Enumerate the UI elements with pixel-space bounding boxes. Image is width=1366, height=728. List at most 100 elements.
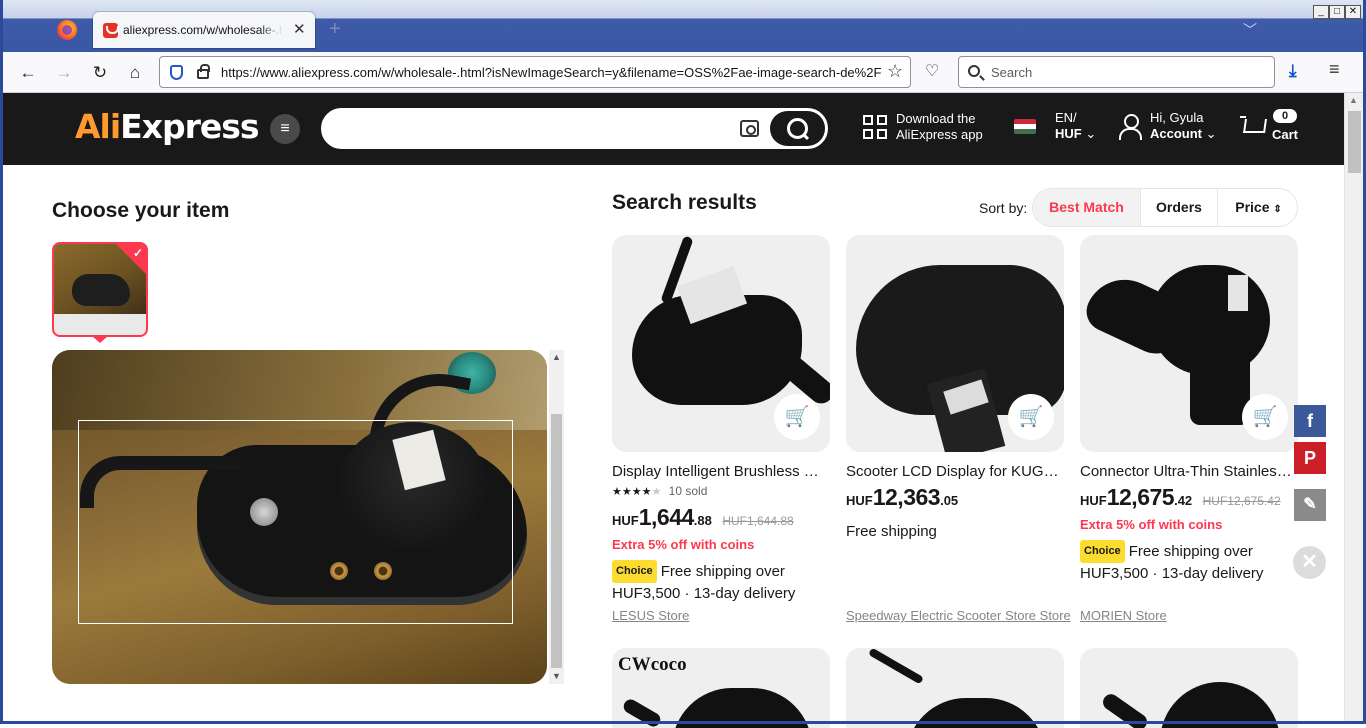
categories-menu-button[interactable]: ≡ [270, 114, 300, 144]
product-card[interactable] [1080, 648, 1298, 728]
choose-item-heading: Choose your item [52, 199, 230, 222]
original-price: HUF1,644.88 [722, 514, 794, 528]
greeting-text: Hi, Gyula [1150, 110, 1204, 125]
minimize-button[interactable]: _ [1313, 5, 1329, 19]
add-to-cart-icon[interactable]: 🛒 [1008, 394, 1054, 440]
search-icon [968, 65, 980, 77]
product-card[interactable]: 🛒 Scooter LCD Display for KUGOO KIRIN HU… [846, 235, 1064, 542]
page-scrollbar-thumb[interactable] [1348, 111, 1361, 173]
scroll-up-arrow-icon[interactable]: ▲ [552, 352, 561, 362]
sort-orders[interactable]: Orders [1140, 189, 1217, 226]
hungary-flag-icon[interactable] [1014, 119, 1036, 134]
shipping-info: Choice Free shipping over HUF3,500 · 13-d… [1080, 540, 1298, 584]
choice-badge: Choice [612, 560, 657, 583]
lock-icon[interactable] [197, 64, 210, 79]
store-link[interactable]: LESUS Store [612, 608, 689, 623]
shipping-info: Choice Free shipping over HUF3,500 · 13-d… [612, 560, 830, 604]
product-search-input[interactable] [321, 108, 828, 149]
product-title[interactable]: Display Intelligent Brushless DC Control… [612, 463, 828, 480]
home-icon[interactable]: ⌂ [123, 61, 147, 85]
pocket-icon[interactable]: ♡ [925, 61, 939, 81]
sold-count: 10 sold [668, 484, 708, 498]
download-app-line2: AliExpress app [896, 127, 983, 142]
browser-search-field[interactable]: Search [958, 56, 1275, 88]
maximize-button[interactable]: □ [1329, 5, 1345, 19]
aliexpress-logo[interactable]: AliExpress [75, 107, 260, 146]
tracking-protection-shield-icon[interactable] [170, 65, 183, 80]
check-icon: ✓ [132, 246, 143, 260]
qr-code-icon[interactable] [863, 115, 888, 140]
product-card[interactable]: 🛒 Connector Ultra-Thin Stainless Steel D… [1080, 235, 1298, 584]
scroll-up-arrow-icon[interactable]: ▲ [1349, 95, 1358, 105]
page-scrollbar[interactable]: ▲ [1344, 93, 1363, 721]
product-title[interactable]: Scooter LCD Display for KUGOO KIRIN [846, 463, 1062, 480]
store-link[interactable]: MORIEN Store [1080, 608, 1167, 623]
product-price: HUF12,363.05 [846, 484, 959, 510]
scroll-down-arrow-icon[interactable]: ▼ [552, 671, 561, 681]
currency-label: HUF [1055, 126, 1082, 141]
product-title[interactable]: Connector Ultra-Thin Stainless Steel Dis… [1080, 463, 1296, 480]
selected-image-thumbnail[interactable]: ✓ [52, 242, 148, 337]
store-link[interactable]: Speedway Electric Scooter Store Store [846, 608, 1071, 623]
search-placeholder: Search [991, 65, 1033, 80]
cart-count-badge: 0 [1273, 109, 1297, 123]
sort-arrows-icon: ⇕ [1273, 204, 1282, 215]
bookmark-star-icon[interactable]: ☆ [887, 61, 903, 82]
coins-discount: Extra 5% off with coins [1080, 517, 1223, 532]
tab-close-icon[interactable]: ✕ [293, 20, 306, 38]
account-label: Account [1150, 126, 1202, 141]
new-tab-button[interactable]: + [329, 19, 341, 39]
original-price: HUF12,675.42 [1202, 494, 1281, 508]
product-card[interactable]: 🛒 Display Intelligent Brushless DC Contr… [612, 235, 830, 604]
downloads-icon[interactable]: ⤓ [1289, 61, 1297, 81]
forward-arrow-icon[interactable]: → [52, 61, 76, 85]
language-label: EN/ [1055, 110, 1077, 125]
back-arrow-icon[interactable]: ← [16, 61, 40, 85]
image-panel-scrollbar[interactable]: ▲ ▼ [549, 350, 564, 684]
close-share-icon[interactable]: ✕ [1293, 546, 1326, 579]
coins-discount: Extra 5% off with coins [612, 537, 755, 552]
download-app-link[interactable]: Download the AliExpress app [896, 111, 983, 143]
sort-best-match[interactable]: Best Match [1033, 189, 1140, 226]
browser-tab-active[interactable]: aliexpress.com/w/wholesale-.html?isNewIm… [93, 12, 315, 48]
add-to-cart-icon[interactable]: 🛒 [1242, 394, 1288, 440]
chevron-down-icon: ⌄ [1205, 126, 1217, 141]
tab-title: aliexpress.com/w/wholesale-.html?isNewIm… [123, 23, 283, 37]
product-card[interactable]: CWcoco [612, 648, 830, 728]
firefox-icon[interactable] [57, 20, 77, 40]
product-card[interactable] [846, 648, 1064, 728]
product-image[interactable]: 🛒 [612, 235, 830, 452]
aliexpress-header: AliExpress ≡ Download the AliExpress app… [3, 93, 1344, 165]
image-search-camera-icon[interactable] [740, 120, 759, 137]
product-price: HUF12,675.42 HUF12,675.42 [1080, 484, 1281, 510]
language-currency-selector[interactable]: EN/ HUF ⌄ [1055, 110, 1096, 142]
search-submit-button[interactable] [770, 111, 825, 146]
browser-titlebar: aliexpress.com/w/wholesale-.html?isNewIm… [0, 0, 1366, 52]
image-crop-selection-box[interactable] [78, 420, 513, 624]
product-image[interactable]: 🛒 [846, 235, 1064, 452]
product-rating: ★★★★★ 10 sold [612, 484, 830, 500]
shipping-info: Free shipping [846, 523, 937, 540]
cart-label[interactable]: Cart [1272, 127, 1298, 142]
reload-icon[interactable]: ↻ [88, 61, 112, 85]
account-menu[interactable]: Hi, Gyula Account ⌄ [1150, 110, 1217, 142]
download-app-line1: Download the [896, 111, 976, 126]
thumbnail-pointer [92, 336, 108, 343]
product-image[interactable]: 🛒 [1080, 235, 1298, 452]
chevron-down-icon: ⌄ [1085, 126, 1097, 141]
facebook-share-icon[interactable]: f [1294, 405, 1326, 437]
hamburger-menu-icon[interactable]: ≡ [1329, 59, 1340, 80]
window-border-left [0, 52, 3, 724]
cart-icon[interactable] [1240, 116, 1266, 138]
edit-pencil-icon[interactable]: ✎ [1294, 489, 1326, 521]
close-window-button[interactable]: ✕ [1345, 5, 1361, 19]
list-all-tabs-chevron-icon[interactable]: ﹀ [1243, 20, 1257, 40]
sort-price[interactable]: Price ⇕ [1217, 189, 1297, 226]
url-text[interactable]: https://www.aliexpress.com/w/wholesale-.… [221, 65, 881, 80]
image-panel-scrollbar-thumb[interactable] [551, 414, 562, 668]
user-icon[interactable] [1119, 114, 1142, 140]
add-to-cart-icon[interactable]: 🛒 [774, 394, 820, 440]
pinterest-share-icon[interactable]: P [1294, 442, 1326, 474]
search-results-heading: Search results [612, 191, 757, 214]
address-bar[interactable]: https://www.aliexpress.com/w/wholesale-.… [159, 56, 911, 88]
